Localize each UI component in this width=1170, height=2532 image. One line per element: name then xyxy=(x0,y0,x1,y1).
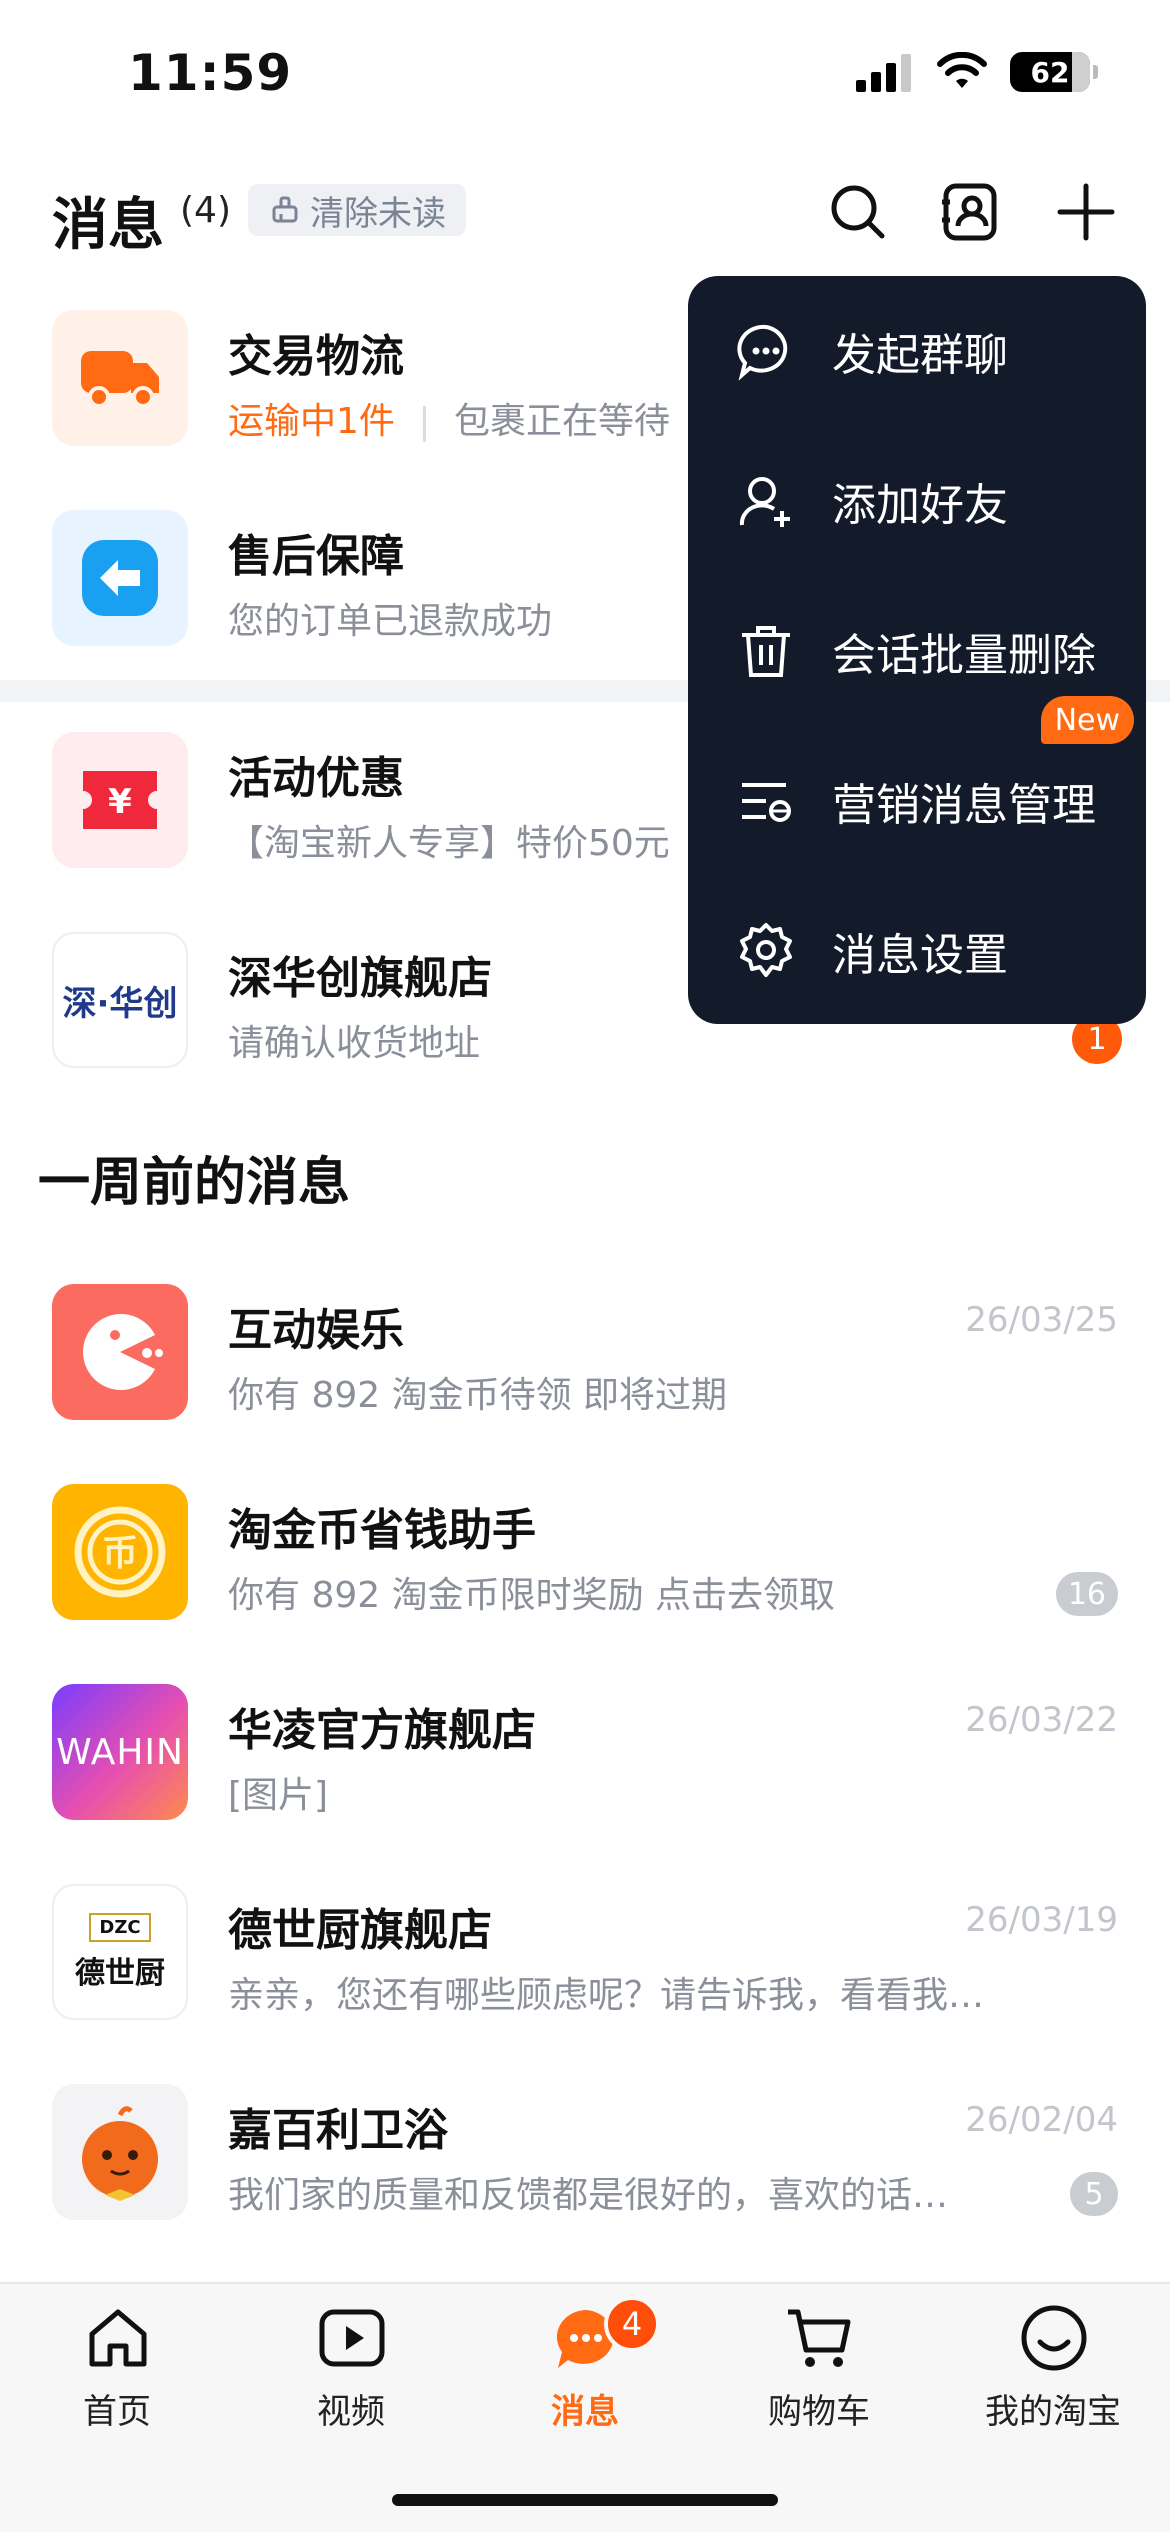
new-tag-badge: New xyxy=(1040,696,1134,744)
cart-icon xyxy=(788,2309,851,2367)
conversation-title: 嘉百利卫浴 xyxy=(228,2105,448,2156)
page-header: 消息 (4) 清除未读 xyxy=(0,160,1170,260)
home-icon xyxy=(89,2309,147,2367)
conversation-title: 华凌官方旗舰店 xyxy=(228,1705,536,1756)
conversation-title: 互动娱乐 xyxy=(228,1305,404,1356)
messages-page: 11:59 62 消息 (4) 清除未读 交易物流 运输中1件 | 包裹正在等待… xyxy=(0,0,1170,2532)
conversation-title: 德世厨旗舰店 xyxy=(228,1905,492,1956)
conversation-preview: 我们家的质量和反馈都是很好的，喜欢的话… xyxy=(228,2175,949,2216)
menu-item-add-friend[interactable]: 添加好友 xyxy=(688,426,1146,576)
wahin-logo-text: WAHIN xyxy=(56,1731,184,1773)
unread-count-badge: 16 xyxy=(1055,1572,1118,1616)
tab-badge-count: 4 xyxy=(604,2296,660,2352)
tab-label: 首页 xyxy=(83,2392,151,2432)
conversation-preview: 你有 892 淘金币限时奖励 点击去领取 xyxy=(228,1575,836,1616)
dezhichu-logo: DZC 德世厨 xyxy=(52,1884,188,2020)
list-item-entertainment[interactable]: 互动娱乐 你有 892 淘金币待领 即将过期 26/03/25 xyxy=(0,1254,1170,1454)
svg-text:¥: ¥ xyxy=(108,782,132,822)
conversation-preview: [图片] xyxy=(228,1775,329,1816)
preview-text: 包裹正在等待 xyxy=(453,401,670,442)
conversation-preview: 运输中1件 | 包裹正在等待 xyxy=(228,401,670,442)
conversation-title: 活动优惠 xyxy=(228,753,404,804)
conversation-date: 26/03/25 xyxy=(965,1300,1118,1340)
conversation-preview: 亲亲，您还有哪些顾虑呢？请告诉我，看看我… xyxy=(228,1975,985,2016)
battery-indicator: 62 xyxy=(1010,52,1098,92)
tab-label: 我的淘宝 xyxy=(985,2392,1121,2432)
conversation-title: 淘金币省钱助手 xyxy=(228,1505,536,1556)
conversation-date: 26/03/19 xyxy=(965,1900,1118,1940)
status-time: 11:59 xyxy=(128,44,293,102)
battery-level: 62 xyxy=(1030,55,1070,89)
page-title: 消息 xyxy=(52,193,164,258)
unread-count: (4) xyxy=(180,190,231,231)
pacman-icon xyxy=(83,1314,163,1390)
menu-item-label: 发起群聊 xyxy=(832,330,1008,381)
conversation-preview: 【淘宝新人专享】特价50元 xyxy=(228,823,670,864)
video-play-icon xyxy=(319,2309,385,2367)
list-item-jiabaili[interactable]: 嘉百利卫浴 我们家的质量和反馈都是很好的，喜欢的话… 26/02/04 5 xyxy=(0,2054,1170,2254)
wahin-logo: WAHIN xyxy=(52,1684,188,1820)
menu-item-label: 消息设置 xyxy=(832,930,1008,981)
mascot-icon xyxy=(82,2106,158,2201)
menu-item-group-chat[interactable]: 发起群聊 xyxy=(688,276,1146,426)
jiabaili-avatar xyxy=(52,2084,188,2220)
list-item-wahin[interactable]: WAHIN 华凌官方旗舰店 [图片] 26/03/22 xyxy=(0,1654,1170,1854)
chat-bubble-icon xyxy=(737,324,788,381)
conversation-preview: 你有 892 淘金币待领 即将过期 xyxy=(228,1375,728,1416)
tab-label: 视频 xyxy=(317,2392,385,2432)
signal-icon xyxy=(856,54,911,92)
section-title-week-ago: 一周前的消息 xyxy=(38,1153,351,1213)
gold-coin-icon: 币 xyxy=(74,1506,166,1598)
tab-home[interactable]: 首页 xyxy=(0,2284,234,2532)
tab-my-taobao[interactable]: 我的淘宝 xyxy=(936,2284,1170,2532)
gear-icon xyxy=(740,923,792,977)
contacts-icon[interactable] xyxy=(938,180,1002,244)
menu-item-message-settings[interactable]: 消息设置 xyxy=(688,876,1146,1026)
broom-icon xyxy=(272,196,298,223)
conversation-preview: 您的订单已退款成功 xyxy=(228,601,553,642)
dezhichu-logo-emblem: DZC xyxy=(89,1912,151,1942)
trash-icon xyxy=(742,626,790,677)
store-logo-text: 深·华创 xyxy=(62,983,178,1024)
truck-icon xyxy=(81,351,159,408)
tab-label: 消息 xyxy=(551,2392,619,2432)
after-sales-avatar xyxy=(52,510,188,646)
conversation-title: 深华创旗舰店 xyxy=(228,953,492,1004)
list-item-gold-coin[interactable]: 币 淘金币省钱助手 你有 892 淘金币限时奖励 点击去领取 16 xyxy=(0,1454,1170,1654)
conversation-date: 26/03/22 xyxy=(965,1700,1118,1740)
conversation-date: 26/02/04 xyxy=(965,2100,1118,2140)
unread-count-badge: 5 xyxy=(1070,2172,1118,2216)
add-user-icon xyxy=(739,477,790,527)
menu-item-marketing-manage[interactable]: New 营销消息管理 xyxy=(688,696,1146,876)
entertainment-avatar xyxy=(52,1284,188,1420)
promotions-avatar: ¥ xyxy=(52,732,188,868)
coupon-yen-icon: ¥ xyxy=(83,771,157,829)
store-logo: 深·华创 xyxy=(52,932,188,1068)
marketing-list-icon xyxy=(742,783,791,822)
clear-unread-button[interactable]: 清除未读 xyxy=(248,184,466,236)
plus-dropdown-menu: 发起群聊 添加好友 会话批量删除 New 营销消息管理 消息设置 xyxy=(688,276,1146,1024)
menu-item-label: 营销消息管理 xyxy=(832,780,1096,831)
conversation-title: 售后保障 xyxy=(228,531,404,582)
list-item-dezhichu[interactable]: DZC 德世厨 德世厨旗舰店 亲亲，您还有哪些顾虑呢？请告诉我，看看我… 26/… xyxy=(0,1854,1170,2054)
svg-text:币: 币 xyxy=(102,1533,138,1574)
wifi-icon xyxy=(937,52,987,88)
smile-face-icon xyxy=(1021,2305,1087,2371)
conversation-preview: 请确认收货地址 xyxy=(228,1023,481,1064)
clear-unread-label: 清除未读 xyxy=(310,193,446,234)
home-indicator xyxy=(392,2494,778,2506)
menu-item-label: 添加好友 xyxy=(832,480,1008,531)
status-bar: 11:59 62 xyxy=(0,0,1170,150)
plus-icon[interactable] xyxy=(1054,180,1118,244)
shipping-status: 运输中1件 xyxy=(228,401,395,442)
menu-item-label: 会话批量删除 xyxy=(832,630,1096,681)
status-icons: 62 xyxy=(854,52,1098,92)
logistics-avatar xyxy=(52,310,188,446)
tab-label: 购物车 xyxy=(768,2392,870,2432)
conversation-title: 交易物流 xyxy=(228,331,404,382)
dezhichu-logo-text: 德世厨 xyxy=(75,1955,165,1991)
return-arrow-icon xyxy=(82,540,158,616)
gold-coin-avatar: 币 xyxy=(52,1484,188,1620)
search-icon[interactable] xyxy=(826,180,890,244)
